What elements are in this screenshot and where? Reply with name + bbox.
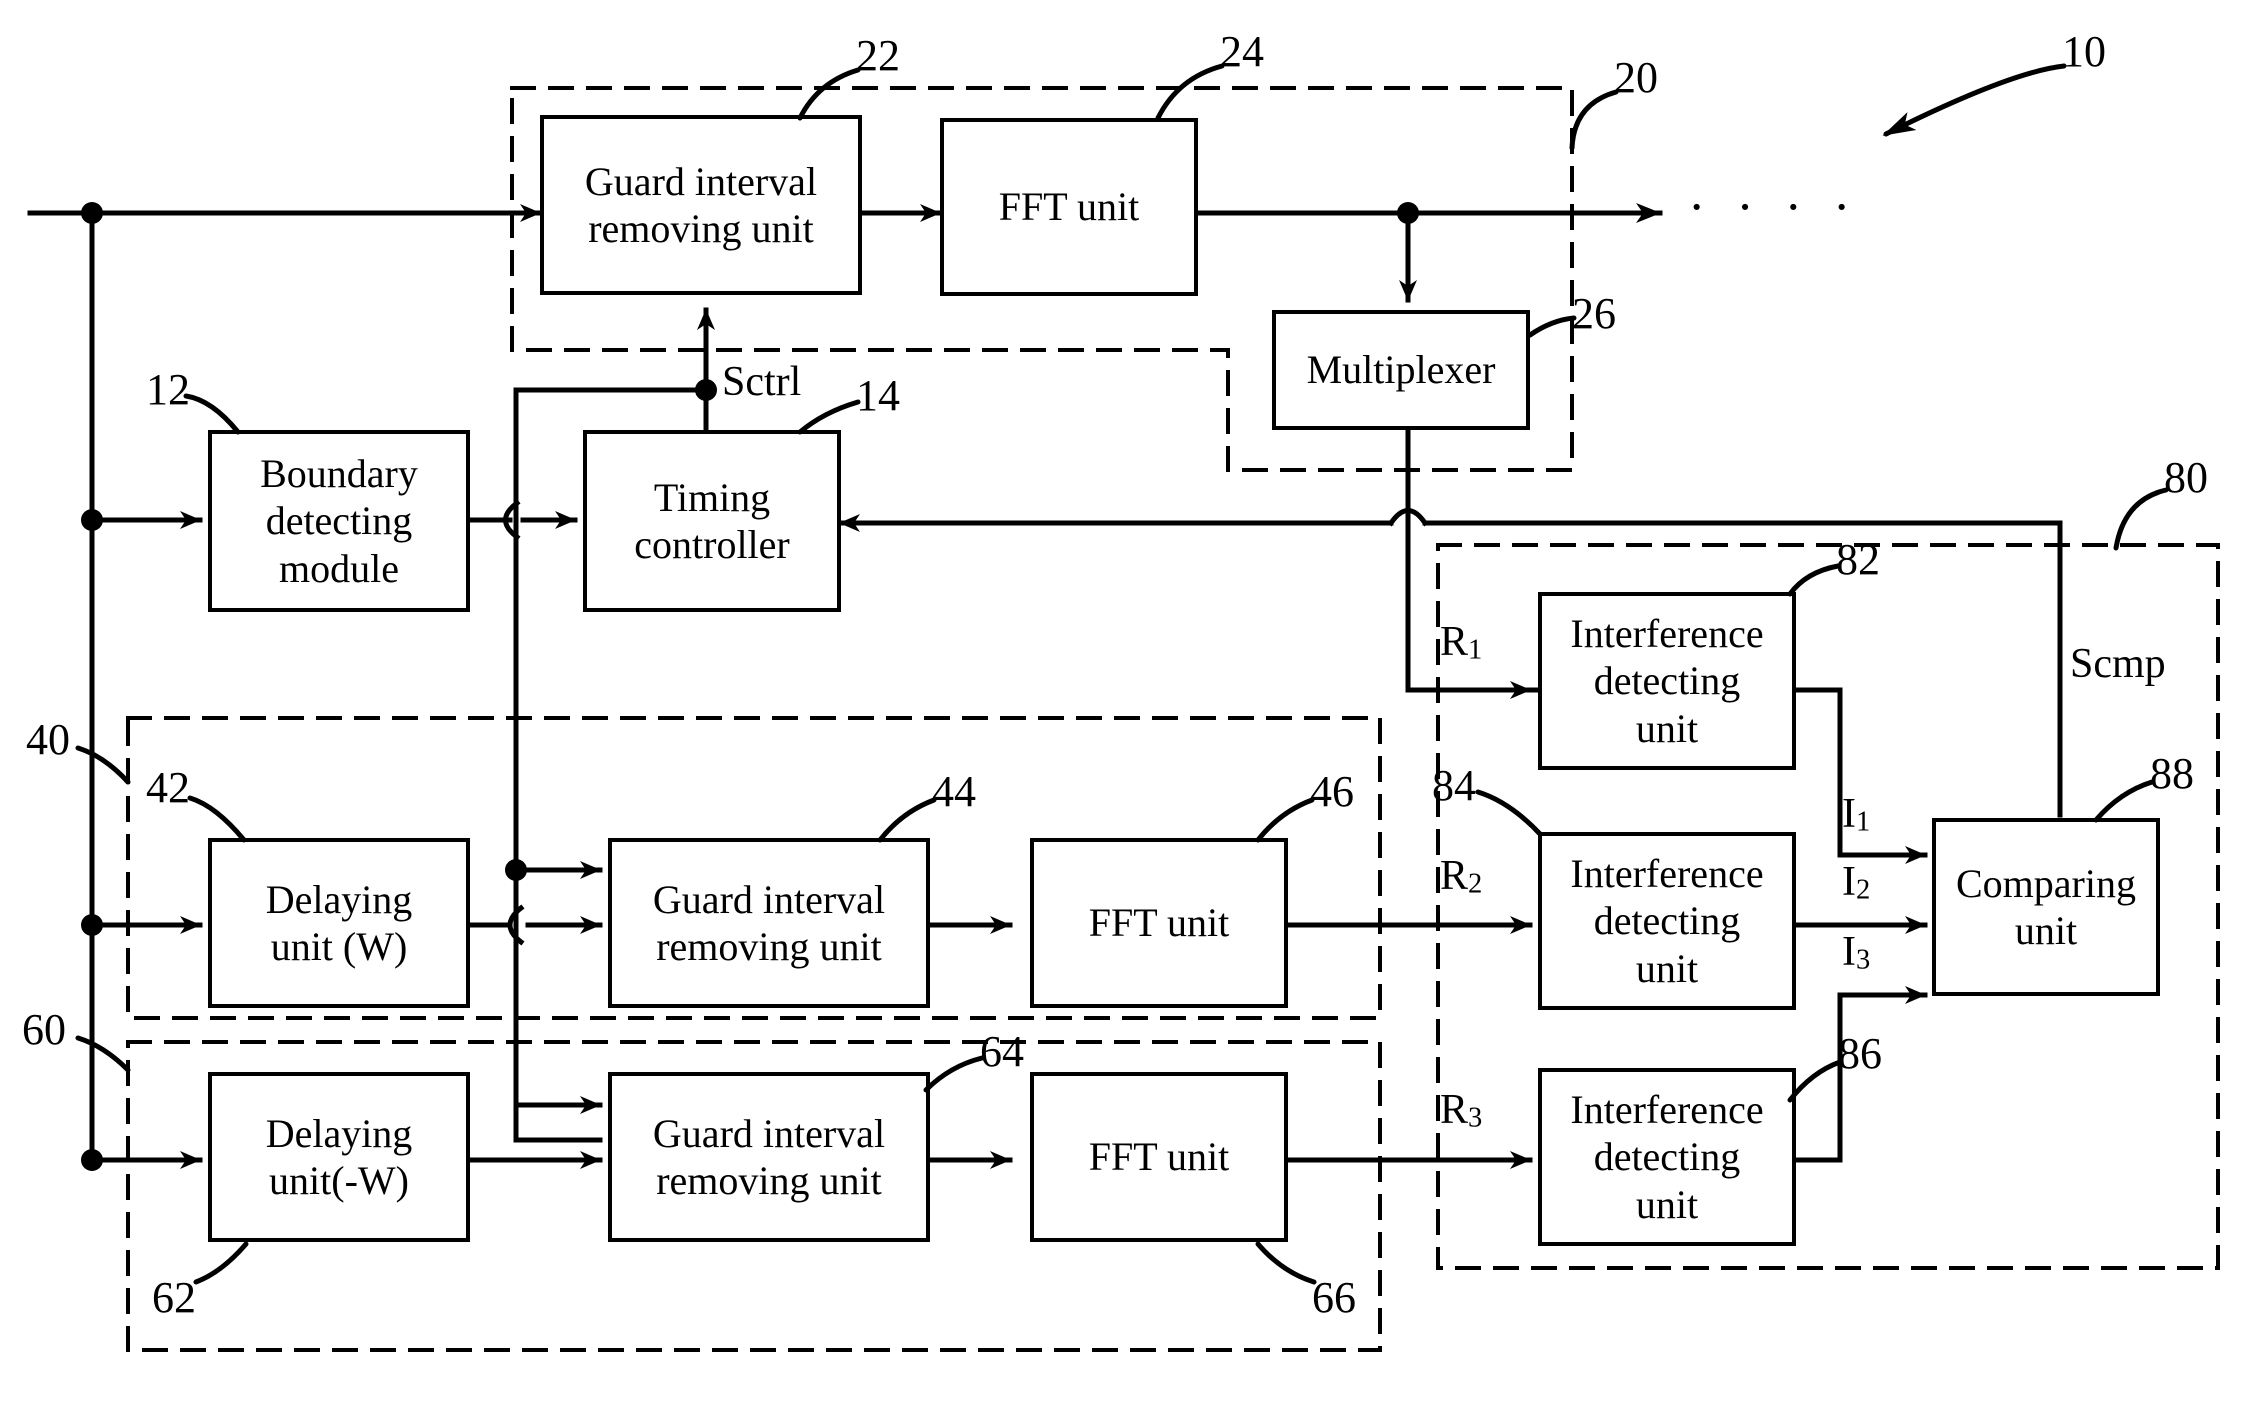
ref-numeral-26: 26 (1572, 289, 1616, 338)
ref-numeral-10: 10 (2062, 27, 2106, 76)
ref-numeral-40: 40 (26, 715, 70, 764)
signal-label-i3-text: I (1842, 929, 1856, 975)
ref-numeral-66: 66 (1312, 1273, 1356, 1322)
ref-numeral-42: 42 (146, 763, 190, 812)
signal-label-i3-sub: 3 (1856, 944, 1871, 976)
ref-numeral-88: 88 (2150, 749, 2194, 798)
signal-label-i2-text: I (1842, 859, 1856, 905)
signal-label-scmp: Scmp (2070, 641, 2166, 687)
ref-numeral-20: 20 (1614, 53, 1658, 102)
ref-numeral-44: 44 (932, 767, 976, 816)
ref-numeral-14: 14 (856, 371, 900, 420)
signal-label-i2: I2 (1842, 858, 1870, 906)
leader-lines-layer (75, 63, 2169, 1285)
ref-numeral-12: 12 (146, 365, 190, 414)
ref-numeral-84: 84 (1432, 761, 1476, 810)
signal-label-r3: R3 (1440, 1086, 1482, 1134)
signal-label-i3: I3 (1842, 928, 1870, 976)
signal-label-i1: I1 (1842, 790, 1870, 838)
signal-label-r1-sub: 1 (1468, 634, 1483, 666)
signal-label-r1: R1 (1440, 618, 1482, 666)
ref-numeral-64: 64 (980, 1027, 1024, 1076)
signal-label-r2: R2 (1440, 852, 1482, 900)
ref-numeral-86: 86 (1838, 1029, 1882, 1078)
signal-label-i1-sub: 1 (1856, 806, 1871, 838)
ref-numeral-22: 22 (856, 31, 900, 80)
signal-label-r2-sub: 2 (1468, 868, 1483, 900)
signal-label-r1-text: R (1440, 619, 1469, 665)
signal-label-sctrl: Sctrl (722, 359, 802, 405)
signal-label-i2-sub: 2 (1856, 874, 1871, 906)
patent-figure-canvas: Guard interval removing unit FFT unit Mu… (0, 0, 2267, 1404)
ref-numeral-82: 82 (1836, 535, 1880, 584)
signal-label-r2-text: R (1440, 853, 1469, 899)
output-ellipsis: · · · · (1688, 179, 1860, 236)
ref-numeral-24: 24 (1220, 27, 1264, 76)
signal-label-i1-text: I (1842, 791, 1856, 837)
ref-numeral-62: 62 (152, 1273, 196, 1322)
signal-label-r3-sub: 3 (1468, 1102, 1483, 1134)
ref-numeral-60: 60 (22, 1005, 66, 1054)
ref-numeral-80: 80 (2164, 453, 2208, 502)
signal-label-r3-text: R (1440, 1087, 1469, 1133)
ref-numeral-46: 46 (1310, 767, 1354, 816)
